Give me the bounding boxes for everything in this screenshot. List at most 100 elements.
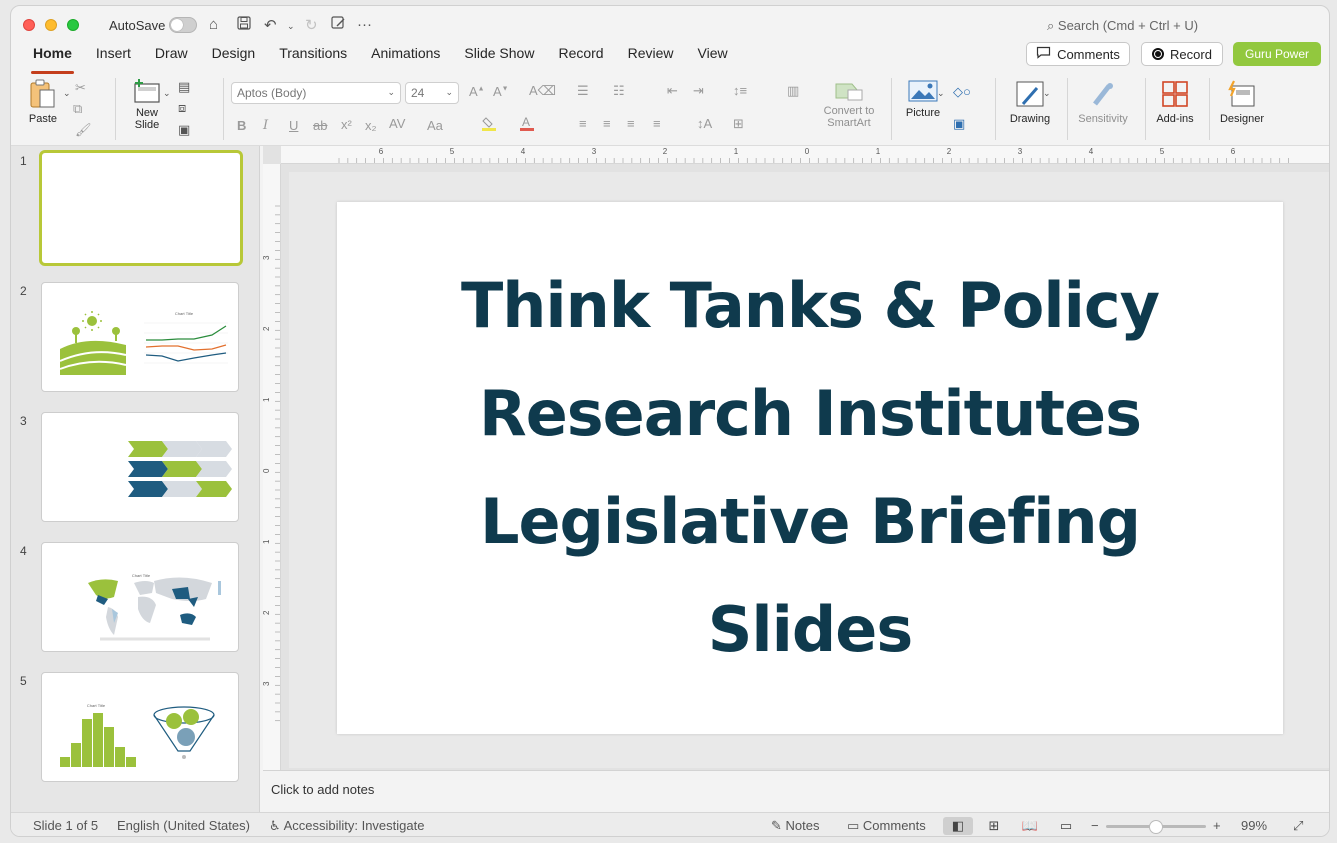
justify-icon[interactable]: ≡ (653, 116, 661, 131)
ruler-h-label: 2 (663, 147, 668, 156)
character-spacing-icon[interactable]: AV (389, 116, 405, 131)
thumb-number-1: 1 (20, 154, 27, 168)
drawing-button[interactable]: Drawing (1005, 80, 1055, 125)
add-ins-button[interactable]: Add-ins (1151, 80, 1199, 125)
reset-slide-icon[interactable]: ⧈ (178, 100, 186, 116)
shapes-icon[interactable]: ◇○ (953, 84, 971, 100)
tab-record[interactable]: Record (546, 44, 615, 68)
home-icon[interactable]: ⌂ (209, 16, 218, 33)
decrease-font-size-icon[interactable]: A▼ (493, 84, 509, 99)
italic-icon[interactable]: I (263, 118, 268, 133)
tab-animations[interactable]: Animations (359, 44, 452, 68)
slide-editing-area[interactable]: 6 5 4 3 2 1 0 1 2 3 4 5 6 3 2 1 0 1 2 3 Think Tanks & Poli… (263, 146, 1329, 770)
layout-icon[interactable]: ▤ (178, 79, 190, 95)
save-icon[interactable] (237, 16, 251, 34)
columns-icon[interactable]: ▥ (787, 83, 799, 99)
tab-view[interactable]: View (686, 44, 740, 68)
powerpoint-window: AutoSave ⌂ ↶ ⌄ ↻ ··· ⌕ Search (Cmd + Ctr… (10, 5, 1330, 837)
tab-slide-show[interactable]: Slide Show (452, 44, 546, 68)
cut-icon[interactable]: ✂ (75, 80, 86, 96)
slide-thumbnail-3[interactable] (41, 412, 239, 522)
align-text-icon[interactable]: ⊞ (733, 116, 744, 132)
superscript-icon[interactable]: x² (341, 117, 352, 132)
slide-thumbnail-1[interactable] (39, 150, 243, 266)
zoom-slider-knob[interactable] (1149, 820, 1163, 834)
underline-icon[interactable]: U (289, 118, 298, 133)
paste-dropdown-chevron-icon[interactable]: ⌄ (63, 88, 71, 99)
paste-button[interactable]: Paste (23, 78, 63, 125)
current-slide[interactable]: Think Tanks & Policy Research Institutes… (337, 202, 1283, 734)
slide-thumbnails-pane[interactable]: 1 2 Chart Title 3 4 Chart Title 5 Chart … (11, 146, 260, 812)
text-direction-icon[interactable]: ↕A (697, 116, 712, 131)
tab-design[interactable]: Design (200, 44, 268, 68)
redo-icon[interactable]: ↻ (305, 16, 318, 34)
notes-toggle-button[interactable]: ✎ Notes (771, 818, 820, 834)
line-spacing-icon[interactable]: ↕≡ (733, 83, 747, 98)
sensitivity-button[interactable]: Sensitivity (1073, 80, 1133, 125)
normal-view-button[interactable]: ◧ (943, 817, 973, 835)
reading-view-button[interactable]: 📖 (1015, 817, 1045, 835)
guru-power-button[interactable]: Guru Power (1233, 42, 1321, 66)
close-window-button[interactable] (23, 19, 35, 31)
new-slide-dropdown-chevron-icon[interactable]: ⌄ (163, 88, 171, 99)
tab-transitions[interactable]: Transitions (267, 44, 359, 68)
font-color-icon[interactable]: A (519, 115, 535, 135)
undo-icon[interactable]: ↶ (264, 16, 277, 34)
align-right-icon[interactable]: ≡ (627, 116, 635, 131)
zoom-in-icon[interactable]: + (1213, 818, 1221, 833)
tab-home[interactable]: Home (21, 44, 84, 74)
highlight-icon[interactable] (481, 116, 497, 135)
slide-sorter-view-button[interactable]: ⊞ (979, 817, 1009, 835)
minimize-window-button[interactable] (45, 19, 57, 31)
new-slide-button[interactable]: New Slide (125, 78, 169, 131)
slide-thumbnail-2[interactable]: Chart Title (41, 282, 239, 392)
zoom-level[interactable]: 99% (1241, 818, 1267, 833)
change-case-icon[interactable]: Aa (427, 118, 443, 133)
more-options-icon[interactable]: ··· (357, 16, 372, 33)
comments-toggle-button[interactable]: ▭ Comments (847, 818, 926, 834)
drawing-dropdown-chevron-icon[interactable]: ⌄ (1043, 88, 1051, 99)
record-button[interactable]: Record (1141, 42, 1223, 66)
search-field[interactable]: ⌕ Search (Cmd + Ctrl + U) (1047, 18, 1198, 34)
zoom-window-button[interactable] (67, 19, 79, 31)
notes-pane[interactable]: Click to add notes (263, 770, 1329, 812)
undo-dropdown-chevron-icon[interactable]: ⌄ (287, 21, 295, 32)
increase-font-size-icon[interactable]: A▲ (469, 84, 485, 99)
bold-icon[interactable]: B (237, 118, 246, 133)
strikethrough-icon[interactable]: ab (313, 118, 327, 133)
comments-button[interactable]: Comments (1026, 42, 1130, 66)
text-box-icon[interactable]: ▣ (953, 116, 965, 132)
format-painter-icon[interactable]: 🖌 (75, 122, 92, 138)
customize-icon[interactable] (331, 16, 346, 34)
clear-formatting-icon[interactable]: A⌫ (529, 83, 556, 99)
convert-to-smartart-button[interactable]: Convert to SmartArt (819, 80, 879, 129)
bullets-icon[interactable]: ☰ (577, 83, 589, 99)
slide-title-textbox[interactable]: Think Tanks & Policy Research Institutes… (370, 252, 1250, 684)
accessibility-button[interactable]: ♿ Accessibility: Investigate (269, 818, 424, 834)
slide-thumbnail-5[interactable]: Chart Title (41, 672, 239, 782)
font-name-select[interactable]: Aptos (Body) ⌄ (231, 82, 401, 104)
picture-dropdown-chevron-icon[interactable]: ⌄ (937, 88, 945, 99)
copy-icon[interactable]: ⧉ (73, 101, 82, 117)
slide-show-view-button[interactable]: ▭ (1051, 817, 1081, 835)
align-left-icon[interactable]: ≡ (579, 116, 587, 131)
subscript-icon[interactable]: x₂ (365, 118, 377, 133)
decrease-indent-icon[interactable]: ⇤ (667, 83, 678, 99)
autosave-toggle[interactable] (169, 17, 197, 33)
increase-indent-icon[interactable]: ⇥ (693, 83, 704, 99)
designer-button[interactable]: Designer (1215, 80, 1269, 125)
slide-thumbnail-4[interactable]: Chart Title (41, 542, 239, 652)
tab-review[interactable]: Review (616, 44, 686, 68)
tab-insert[interactable]: Insert (84, 44, 143, 68)
thumb-3-chevrons (128, 441, 232, 497)
font-size-select[interactable]: 24 ⌄ (405, 82, 459, 104)
picture-button[interactable]: Picture (899, 80, 947, 119)
section-icon[interactable]: ▣ (178, 122, 190, 138)
tab-draw[interactable]: Draw (143, 44, 200, 68)
align-center-icon[interactable]: ≡ (603, 116, 611, 131)
language-indicator[interactable]: English (United States) (117, 818, 250, 833)
ruler-h-label: 3 (1018, 147, 1023, 156)
numbering-icon[interactable]: ☷ (613, 83, 625, 99)
fit-to-window-icon[interactable]: ⤢ (1293, 818, 1303, 834)
zoom-out-icon[interactable]: − (1091, 818, 1099, 833)
